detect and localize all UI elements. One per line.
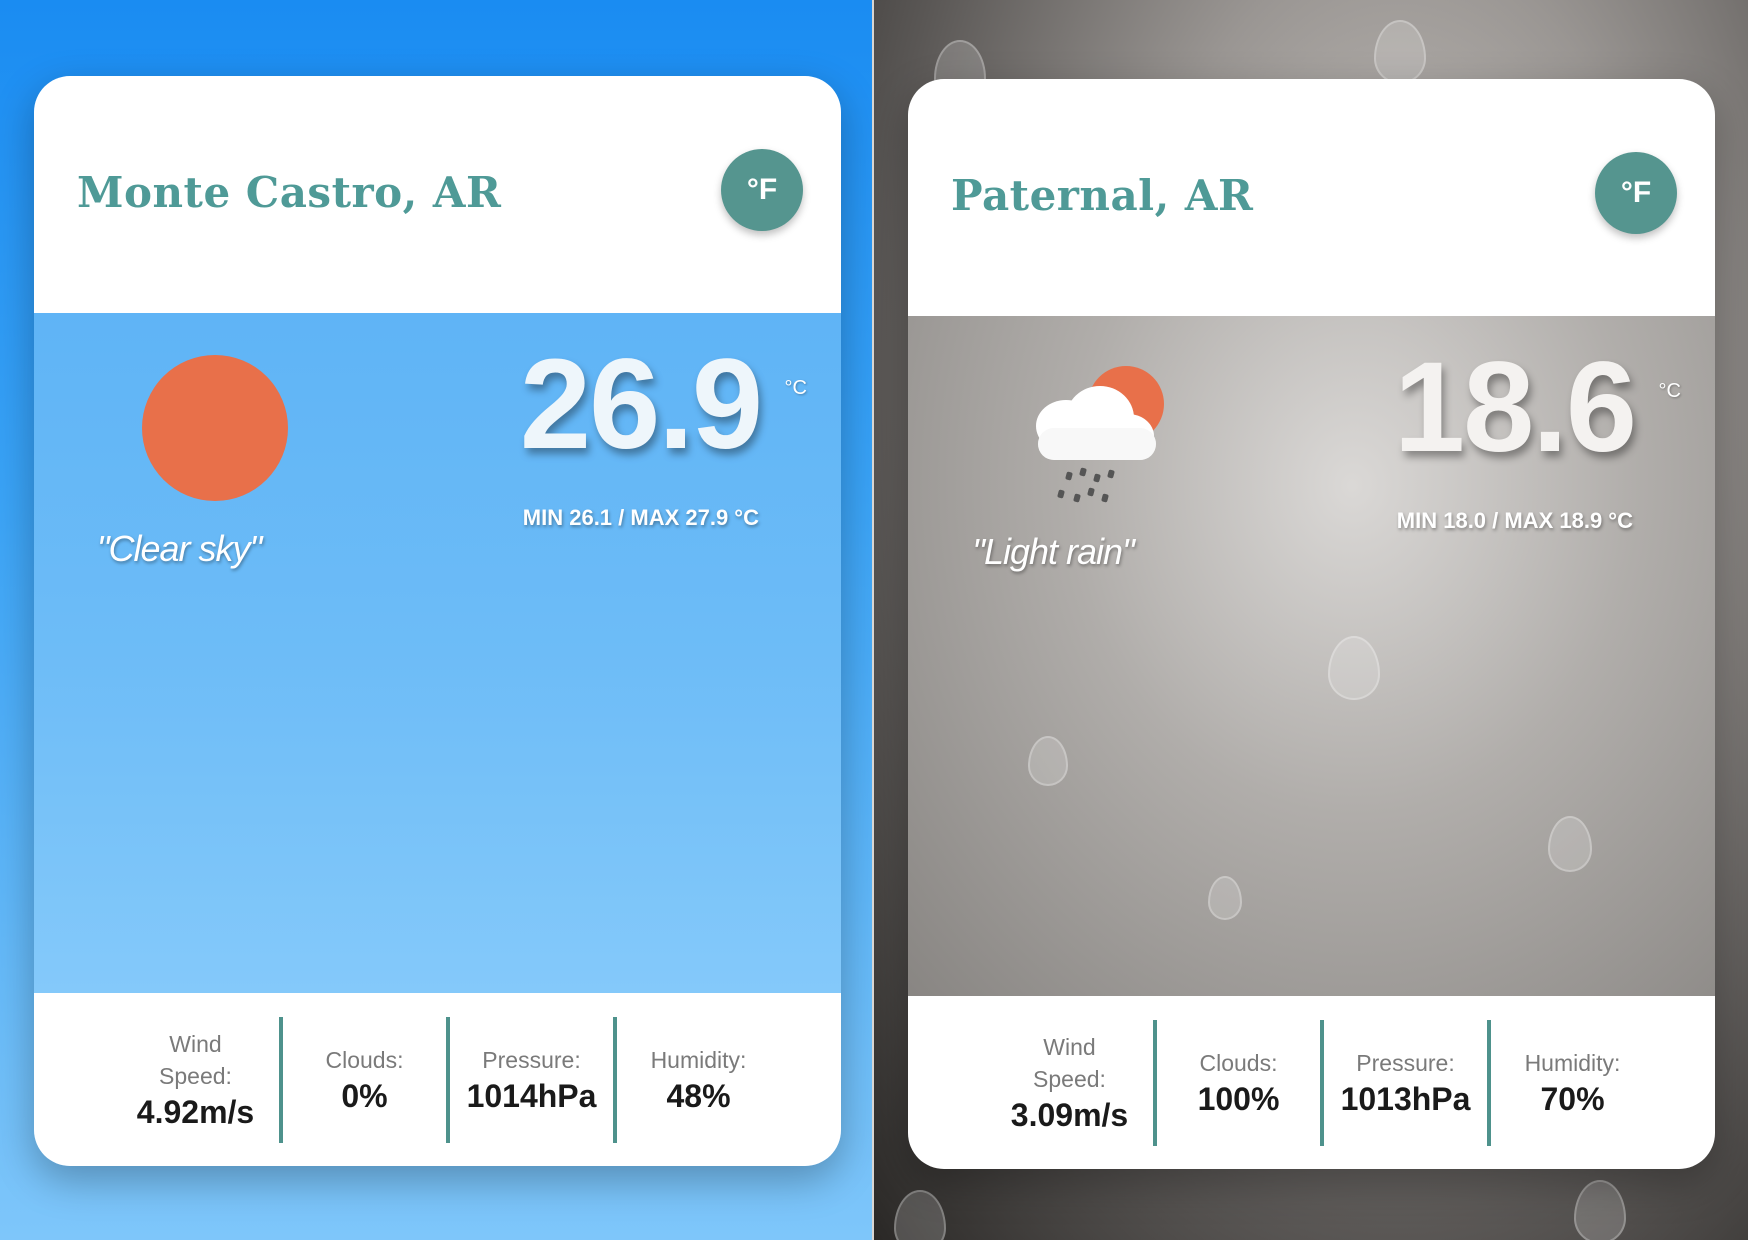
current-temperature: 26.9 [519,333,763,476]
rain-background: Paternal, AR °F "Light rain" 18.6 °C MIN… [874,0,1748,1240]
weather-icon-container [142,355,312,525]
fahrenheit-toggle-button[interactable]: °F [721,149,803,231]
stat-value: 0% [341,1078,388,1115]
stat-clouds: Clouds: 0% [279,1016,446,1143]
weather-stats: Wind Speed: 4.92m/s Clouds: 0% Pressure:… [34,993,841,1166]
weather-icon-container [1008,356,1178,526]
raindrop [1374,20,1426,84]
weather-card: Paternal, AR °F "Light rain" 18.6 °C MIN… [908,79,1715,1169]
city-name: Paternal, AR [951,171,1254,220]
stat-label: Pressure: [1356,1049,1455,1076]
raindrop [894,1190,946,1240]
weather-stats: Wind Speed: 3.09m/s Clouds: 100% Pressur… [908,996,1715,1169]
stat-humidity: Humidity: 48% [613,1016,780,1143]
temperature-unit: °C [784,377,807,399]
stat-value: 1013hPa [1340,1081,1471,1118]
stat-value: 70% [1540,1081,1605,1118]
raindrop [1208,876,1242,920]
stat-label: Humidity: [650,1046,747,1073]
card-header: Paternal, AR °F [908,79,1715,316]
stat-value: 48% [666,1078,731,1115]
weather-card: Monte Castro, AR °F "Clear sky" 26.9 °C … [34,76,841,1166]
sun-icon [142,355,288,501]
current-weather: "Clear sky" 26.9 °C MIN 26.1 / MAX 27.9 … [34,313,841,993]
raindrop [1028,736,1068,786]
stat-label: Clouds: [325,1046,404,1073]
min-max-temperature: MIN 18.0 / MAX 18.9 °C [1396,508,1633,533]
stat-value: 100% [1197,1081,1280,1118]
stat-value: 1014hPa [466,1078,597,1115]
stat-clouds: Clouds: 100% [1153,1019,1320,1146]
raindrop [1574,1180,1626,1240]
stat-label: Humidity: [1524,1049,1621,1076]
stat-pressure: Pressure: 1014hPa [446,1016,613,1143]
rain-cloud-sun-icon [1036,366,1164,503]
weather-description: "Light rain" [972,531,1135,572]
weather-description: "Clear sky" [96,528,263,569]
current-weather: "Light rain" 18.6 °C MIN 18.0 / MAX 18.9… [908,316,1715,996]
stat-label: Pressure: [482,1046,581,1073]
stat-label: Wind Speed: [1033,1033,1106,1092]
clear-sky-background: Monte Castro, AR °F "Clear sky" 26.9 °C … [0,0,874,1240]
raindrop [1328,636,1380,700]
stat-label: Wind Speed: [159,1030,232,1089]
temperature-unit: °C [1658,380,1681,402]
raindrop [1548,816,1592,872]
stat-humidity: Humidity: 70% [1487,1019,1654,1146]
stat-wind-speed: Wind Speed: 3.09m/s [986,1020,1153,1146]
stat-value: 3.09m/s [1010,1097,1129,1134]
card-header: Monte Castro, AR °F [34,76,841,313]
stat-label: Clouds: [1199,1049,1278,1076]
stat-value: 4.92m/s [136,1094,255,1131]
current-temperature: 18.6 [1393,336,1637,479]
stat-wind-speed: Wind Speed: 4.92m/s [112,1017,279,1143]
city-name: Monte Castro, AR [77,168,502,217]
fahrenheit-toggle-button[interactable]: °F [1595,152,1677,234]
stat-pressure: Pressure: 1013hPa [1320,1019,1487,1146]
min-max-temperature: MIN 26.1 / MAX 27.9 °C [522,505,759,530]
